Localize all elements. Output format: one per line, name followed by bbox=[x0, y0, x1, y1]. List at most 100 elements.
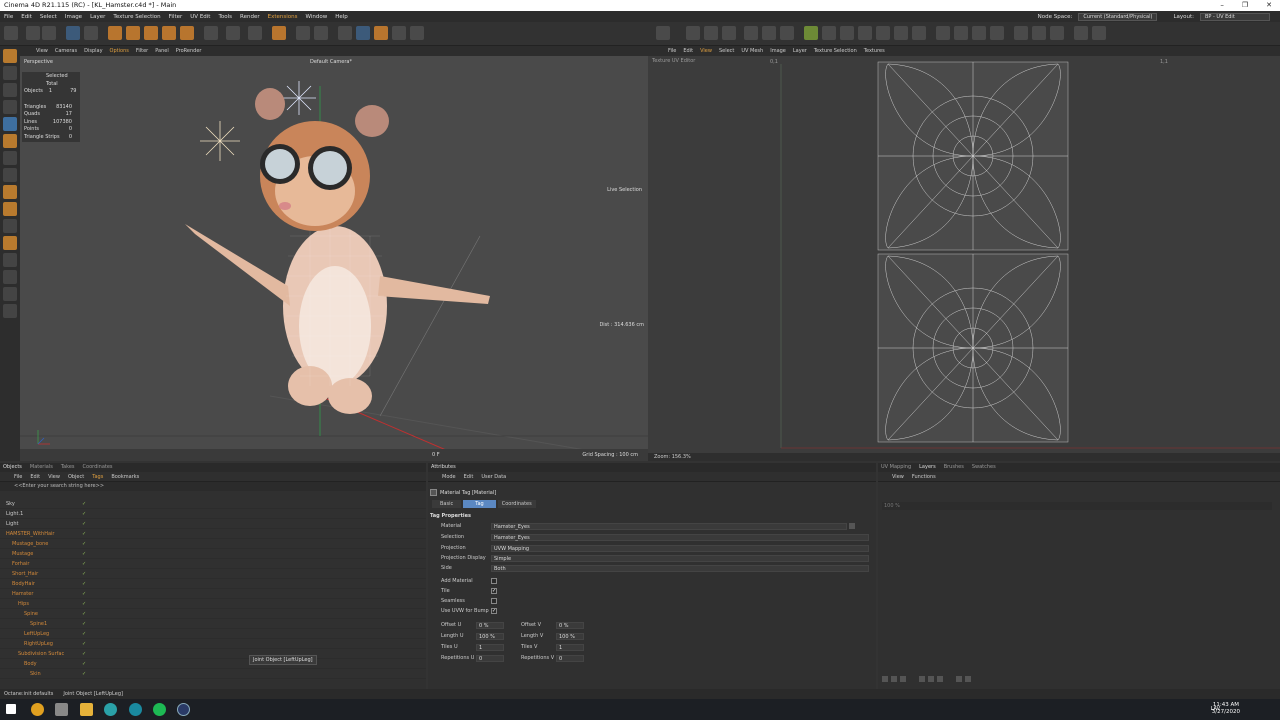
eraser-icon[interactable] bbox=[3, 151, 17, 165]
menu-tools[interactable]: Tools bbox=[218, 14, 232, 20]
layer-tool-icon[interactable] bbox=[891, 676, 897, 682]
lasso-select-icon[interactable] bbox=[3, 83, 17, 97]
object-row[interactable]: Mustage_bone ✓ bbox=[0, 539, 426, 549]
eyedropper-icon[interactable] bbox=[3, 253, 17, 267]
tab-objects[interactable]: Objects bbox=[3, 463, 22, 472]
folder-icon[interactable] bbox=[80, 703, 93, 716]
app-icon[interactable] bbox=[104, 703, 117, 716]
render-settings-icon[interactable] bbox=[314, 26, 328, 40]
object-name[interactable]: Sky bbox=[0, 501, 64, 507]
add-material-checkbox[interactable] bbox=[491, 578, 497, 584]
repetitions-v-field[interactable]: 0 bbox=[556, 654, 584, 662]
uv-tool-3-icon[interactable] bbox=[704, 26, 718, 40]
taskbar-clock[interactable]: 11:43 AM 3/27/2020 bbox=[1212, 702, 1240, 716]
length-u-field[interactable]: 100 % bbox=[476, 632, 504, 640]
obj-menu-bookmarks[interactable]: Bookmarks bbox=[111, 472, 139, 481]
uv-menu-view[interactable]: View bbox=[700, 46, 712, 56]
menu-help[interactable]: Help bbox=[335, 14, 348, 20]
object-row[interactable]: Spine ✓ bbox=[0, 609, 426, 619]
poly-select-icon[interactable] bbox=[3, 100, 17, 114]
object-name[interactable]: Skin bbox=[0, 671, 64, 677]
layer-opacity-field[interactable]: 100 % bbox=[882, 502, 1272, 510]
visibility-check-icon[interactable]: ✓ bbox=[82, 571, 86, 577]
uv-tool-11-icon[interactable] bbox=[876, 26, 890, 40]
menu-uv-edit[interactable]: UV Edit bbox=[190, 14, 210, 20]
material-field[interactable]: Hamster_Eyes bbox=[491, 522, 847, 530]
rect-select-icon[interactable] bbox=[3, 66, 17, 80]
layer-tool-icon[interactable] bbox=[937, 676, 943, 682]
windows-start-icon[interactable] bbox=[6, 704, 16, 714]
layers-menu-view[interactable]: View bbox=[892, 472, 904, 481]
paint-3d-icon[interactable] bbox=[226, 26, 240, 40]
move-icon[interactable] bbox=[3, 49, 17, 63]
uv-tool-5-icon[interactable] bbox=[744, 26, 758, 40]
uv-tool-13-icon[interactable] bbox=[912, 26, 926, 40]
subtab-basic[interactable]: Basic bbox=[432, 500, 462, 508]
move-tool-icon[interactable] bbox=[108, 26, 122, 40]
uv-tool-6-icon[interactable] bbox=[762, 26, 776, 40]
uv-polygon-mode-icon[interactable] bbox=[804, 26, 818, 40]
uv-tool-1-icon[interactable] bbox=[656, 26, 670, 40]
uv-menu-textures[interactable]: Textures bbox=[864, 46, 885, 56]
menu-filter[interactable]: Filter bbox=[169, 14, 183, 20]
object-name[interactable]: Light.1 bbox=[0, 511, 64, 517]
stamp-icon[interactable] bbox=[3, 134, 17, 148]
layer-tool-icon[interactable] bbox=[965, 676, 971, 682]
obj-menu-object[interactable]: Object bbox=[68, 472, 84, 481]
visibility-check-icon[interactable]: ✓ bbox=[82, 601, 86, 607]
tab-materials[interactable]: Materials bbox=[30, 463, 53, 472]
uv-tool-20-icon[interactable] bbox=[1050, 26, 1064, 40]
obj-menu-view[interactable]: View bbox=[48, 472, 60, 481]
tab-swatches[interactable]: Swatches bbox=[972, 463, 996, 472]
uv-tool-17-icon[interactable] bbox=[990, 26, 1004, 40]
edges-mode-icon[interactable] bbox=[392, 26, 406, 40]
object-row[interactable]: Hamster ✓ bbox=[0, 589, 426, 599]
tab-coordinates[interactable]: Coordinates bbox=[83, 463, 113, 472]
object-row[interactable]: Short_Hair ✓ bbox=[0, 569, 426, 579]
object-row[interactable]: Skin ✓ bbox=[0, 669, 426, 679]
obj-menu-edit[interactable]: Edit bbox=[30, 472, 40, 481]
tab-uv-mapping[interactable]: UV Mapping bbox=[881, 463, 911, 472]
objects-search-input[interactable]: <<Enter your search string here>> bbox=[0, 482, 426, 491]
uv-tool-16-icon[interactable] bbox=[972, 26, 986, 40]
object-name[interactable]: Body bbox=[0, 661, 64, 667]
brush-icon[interactable] bbox=[3, 117, 17, 131]
tile-checkbox[interactable]: ✓ bbox=[491, 588, 497, 594]
undo-icon[interactable] bbox=[26, 26, 40, 40]
3d-viewport[interactable]: Perspective Default Camera* Live Selecti… bbox=[20, 56, 648, 461]
menu-extensions[interactable]: Extensions bbox=[268, 14, 298, 20]
uv-menu-image[interactable]: Image bbox=[770, 46, 786, 56]
object-name[interactable]: HAMSTER_WithHair bbox=[0, 531, 64, 537]
object-name[interactable]: Mustage bbox=[0, 551, 64, 557]
visibility-check-icon[interactable]: ✓ bbox=[82, 551, 86, 557]
redo-icon[interactable] bbox=[42, 26, 56, 40]
object-name[interactable]: Light bbox=[0, 521, 64, 527]
menu-select[interactable]: Select bbox=[40, 14, 57, 20]
visibility-check-icon[interactable]: ✓ bbox=[82, 531, 86, 537]
subtab-tag[interactable]: Tag bbox=[463, 500, 496, 508]
object-name[interactable]: Hamster bbox=[0, 591, 64, 597]
tab-brushes[interactable]: Brushes bbox=[944, 463, 964, 472]
object-row[interactable]: HAMSTER_WithHair ✓ bbox=[0, 529, 426, 539]
object-name[interactable]: Spine bbox=[0, 611, 64, 617]
rotate-tool-icon[interactable] bbox=[144, 26, 158, 40]
spotify-icon[interactable] bbox=[153, 703, 166, 716]
uv-tool-10-icon[interactable] bbox=[858, 26, 872, 40]
vp-menu-prorender[interactable]: ProRender bbox=[176, 46, 202, 56]
visibility-check-icon[interactable]: ✓ bbox=[82, 591, 86, 597]
visibility-check-icon[interactable]: ✓ bbox=[82, 651, 86, 657]
smudge-icon[interactable] bbox=[3, 202, 17, 216]
gradient-icon[interactable] bbox=[3, 168, 17, 182]
uv-tool-18-icon[interactable] bbox=[1014, 26, 1028, 40]
object-row[interactable]: BodyHair ✓ bbox=[0, 579, 426, 589]
star-icon[interactable] bbox=[3, 236, 17, 250]
visibility-check-icon[interactable]: ✓ bbox=[82, 641, 86, 647]
uv-tool-19-icon[interactable] bbox=[1032, 26, 1046, 40]
visibility-check-icon[interactable]: ✓ bbox=[82, 631, 86, 637]
vp-menu-options[interactable]: Options bbox=[110, 46, 129, 56]
material-link-icon[interactable] bbox=[849, 523, 855, 529]
visibility-check-icon[interactable]: ✓ bbox=[82, 661, 86, 667]
vp-menu-display[interactable]: Display bbox=[84, 46, 102, 56]
uv-tool-14-icon[interactable] bbox=[936, 26, 950, 40]
model-mode-icon[interactable] bbox=[338, 26, 352, 40]
